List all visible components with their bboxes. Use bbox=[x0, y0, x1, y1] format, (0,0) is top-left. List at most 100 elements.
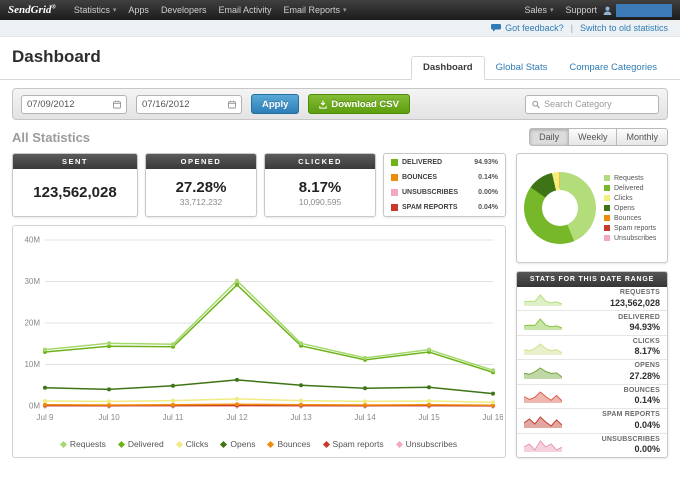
sparkline-chart bbox=[524, 438, 562, 452]
stats-row-label: SPAM REPORTS bbox=[602, 411, 660, 419]
legend-label: UNSUBSCRIBES bbox=[402, 189, 458, 196]
stats-row-unsubscribes: UNSUBSCRIBES0.00% bbox=[517, 434, 667, 457]
svg-text:Jul 14: Jul 14 bbox=[354, 413, 376, 422]
download-csv-button[interactable]: Download CSV bbox=[308, 94, 410, 114]
left-column: SENT 123,562,028 OPENED 27.28% 33,712,23… bbox=[12, 153, 506, 458]
calendar-icon[interactable] bbox=[228, 100, 236, 109]
sparkline-chart bbox=[524, 414, 562, 428]
donut-chart-card: RequestsDeliveredClicksOpensBouncesSpam … bbox=[516, 153, 668, 263]
switch-old-stats-link[interactable]: Switch to old statistics bbox=[580, 23, 668, 33]
legend-color-swatch bbox=[604, 185, 610, 191]
svg-text:Jul 11: Jul 11 bbox=[163, 413, 184, 422]
opened-sub-value: 33,712,232 bbox=[180, 197, 223, 207]
legend-label: Spam reports bbox=[333, 439, 384, 449]
nav-item-apps[interactable]: Apps bbox=[122, 0, 155, 20]
stats-row-delivered: DELIVERED94.93% bbox=[517, 311, 667, 335]
chart-legend-item: Clicks bbox=[177, 439, 209, 449]
stats-row-text: REQUESTS123,562,028 bbox=[610, 289, 660, 308]
legend-diamond-marker bbox=[176, 440, 183, 447]
sendgrid-logo[interactable]: SendGrid® bbox=[8, 4, 56, 16]
legend-label: Clicks bbox=[614, 195, 633, 202]
nav-item-statistics[interactable]: Statistics▾ bbox=[68, 0, 123, 20]
legend-color-swatch bbox=[604, 215, 610, 221]
legend-label: Opens bbox=[230, 439, 255, 449]
top-navbar: SendGrid® Statistics▾ Apps Developers Em… bbox=[0, 0, 680, 20]
end-date-field[interactable] bbox=[142, 99, 225, 110]
date-range-stats-panel: STATS FOR THIS DATE RANGE REQUESTS123,56… bbox=[516, 271, 668, 458]
svg-text:Jul 16: Jul 16 bbox=[482, 413, 503, 422]
clicked-stat-card: CLICKED 8.17% 10,090,595 bbox=[264, 153, 376, 217]
daily-button[interactable]: Daily bbox=[529, 128, 569, 146]
stat-cards-row: SENT 123,562,028 OPENED 27.28% 33,712,23… bbox=[12, 153, 506, 217]
donut-legend-item: Delivered bbox=[604, 185, 656, 192]
calendar-icon[interactable] bbox=[113, 100, 121, 109]
tab-global-stats[interactable]: Global Stats bbox=[485, 57, 559, 79]
legend-value: 0.14% bbox=[478, 174, 498, 181]
stats-row-opens: OPENS27.28% bbox=[517, 360, 667, 384]
stats-row-value: 0.04% bbox=[602, 420, 660, 431]
chart-legend-item: Bounces bbox=[268, 439, 310, 449]
filter-toolbar: Apply Download CSV bbox=[12, 88, 668, 120]
svg-text:Jul 13: Jul 13 bbox=[290, 413, 312, 422]
got-feedback-link[interactable]: Got feedback? bbox=[491, 23, 564, 33]
nav-item-sales[interactable]: Sales▾ bbox=[518, 0, 559, 20]
start-date-field[interactable] bbox=[27, 99, 110, 110]
nav-item-developers[interactable]: Developers bbox=[155, 0, 213, 20]
stat-card-body: 123,562,028 bbox=[13, 169, 137, 216]
time-range-button-group: Daily Weekly Monthly bbox=[529, 128, 668, 146]
sparkline-chart bbox=[524, 316, 562, 330]
user-menu[interactable] bbox=[616, 4, 672, 17]
chart-legend: Requests Delivered Clicks Opens Bounces Spam … bbox=[15, 437, 503, 455]
stats-row-value: 94.93% bbox=[618, 322, 660, 333]
tab-dashboard[interactable]: Dashboard bbox=[411, 56, 485, 80]
search-category-box[interactable] bbox=[525, 95, 659, 114]
tab-compare-categories[interactable]: Compare Categories bbox=[558, 57, 668, 79]
sent-stat-card: SENT 123,562,028 bbox=[12, 153, 138, 217]
svg-text:10M: 10M bbox=[24, 360, 40, 369]
range-label: Daily bbox=[539, 132, 559, 142]
svg-text:Jul 15: Jul 15 bbox=[418, 413, 440, 422]
nav-label: Statistics bbox=[74, 5, 110, 15]
weekly-button[interactable]: Weekly bbox=[568, 128, 617, 146]
stats-row-value: 27.28% bbox=[629, 371, 660, 382]
legend-label: Requests bbox=[70, 439, 106, 449]
clicked-sub-value: 10,090,595 bbox=[299, 197, 342, 207]
legend-color-swatch bbox=[604, 195, 610, 201]
stats-row-value: 0.00% bbox=[602, 444, 660, 455]
legend-diamond-marker bbox=[323, 440, 330, 447]
stats-row-label: DELIVERED bbox=[618, 314, 660, 322]
page-title: Dashboard bbox=[12, 47, 101, 79]
start-date-input[interactable] bbox=[21, 95, 127, 114]
stats-row-label: BOUNCES bbox=[624, 387, 660, 395]
sparkline-chart bbox=[524, 292, 562, 306]
legend-color-swatch bbox=[604, 225, 610, 231]
nav-item-email-activity[interactable]: Email Activity bbox=[212, 0, 277, 20]
nav-item-email-reports[interactable]: Email Reports▾ bbox=[277, 0, 352, 20]
donut-legend-item: Requests bbox=[604, 175, 656, 182]
sparkline-chart bbox=[524, 389, 562, 403]
section-title: All Statistics bbox=[12, 130, 90, 145]
nav-label: Email Reports bbox=[283, 5, 340, 15]
feedback-bar: Got feedback? | Switch to old statistics bbox=[0, 20, 680, 37]
chart-legend-item: Unsubscribes bbox=[397, 439, 458, 449]
chart-legend-item: Delivered bbox=[119, 439, 164, 449]
nav-label: Sales bbox=[524, 5, 547, 15]
tab-label: Compare Categories bbox=[569, 62, 657, 73]
stats-rows: REQUESTS123,562,028 DELIVERED94.93% CLICKS… bbox=[517, 287, 667, 457]
legend-color-swatch bbox=[391, 174, 398, 181]
end-date-input[interactable] bbox=[136, 95, 242, 114]
chart-legend-item: Requests bbox=[61, 439, 106, 449]
nav-item-support[interactable]: Support bbox=[559, 0, 603, 20]
stat-card-body: 8.17% 10,090,595 bbox=[265, 169, 375, 216]
search-category-input[interactable] bbox=[544, 99, 652, 109]
tab-label: Global Stats bbox=[496, 62, 548, 73]
legend-diamond-marker bbox=[267, 440, 274, 447]
legend-label: Opens bbox=[614, 205, 635, 212]
legend-value: 0.00% bbox=[478, 189, 498, 196]
svg-text:Jul 9: Jul 9 bbox=[37, 413, 54, 422]
apply-button[interactable]: Apply bbox=[251, 94, 299, 114]
stats-row-text: CLICKS8.17% bbox=[633, 338, 660, 357]
stats-row-label: OPENS bbox=[629, 362, 660, 370]
monthly-button[interactable]: Monthly bbox=[616, 128, 668, 146]
legend-color-swatch bbox=[604, 175, 610, 181]
